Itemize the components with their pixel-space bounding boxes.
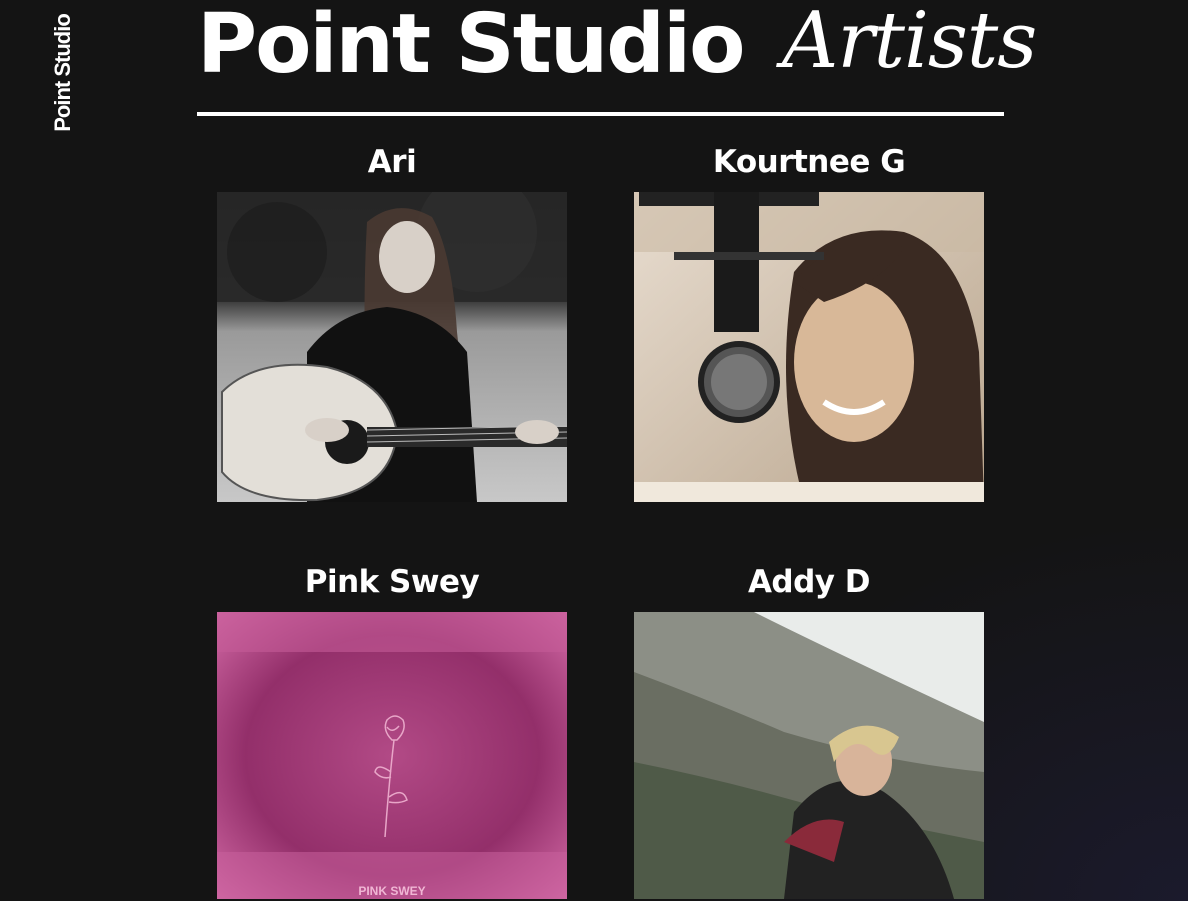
mountain-portrait-photo bbox=[634, 612, 984, 899]
guitarist-photo bbox=[217, 192, 567, 502]
artist-name[interactable]: Addy D bbox=[634, 562, 984, 602]
artist-photo-pink-swey[interactable]: PINK SWEY bbox=[217, 612, 567, 899]
album-cover-text: PINK SWEY bbox=[358, 884, 425, 898]
artist-name[interactable]: Kourtnee G bbox=[634, 142, 984, 182]
artist-photo-addy-d[interactable] bbox=[634, 612, 984, 899]
artist-card-ari[interactable]: Ari bbox=[217, 142, 567, 502]
page-title: Point Studio bbox=[197, 0, 745, 92]
page-title-script: Artists bbox=[782, 0, 1037, 86]
artist-name[interactable]: Ari bbox=[217, 142, 567, 182]
side-logo-text: Point Studio bbox=[50, 14, 75, 132]
page-header: Point Studio Artists bbox=[197, 0, 1037, 118]
microphone-singer-photo bbox=[634, 192, 984, 502]
artist-photo-kourtnee-g[interactable] bbox=[634, 192, 984, 502]
artist-card-addy-d[interactable]: Addy D bbox=[634, 562, 984, 899]
artist-card-kourtnee-g[interactable]: Kourtnee G bbox=[634, 142, 984, 502]
rose-album-cover: PINK SWEY bbox=[217, 612, 567, 899]
artist-name[interactable]: Pink Swey bbox=[217, 562, 567, 602]
title-divider bbox=[197, 112, 1004, 116]
artist-photo-ari[interactable] bbox=[217, 192, 567, 502]
artist-card-pink-swey[interactable]: Pink Swey PINK SWEY bbox=[217, 562, 567, 899]
side-logo[interactable]: Point Studio bbox=[48, 8, 78, 138]
